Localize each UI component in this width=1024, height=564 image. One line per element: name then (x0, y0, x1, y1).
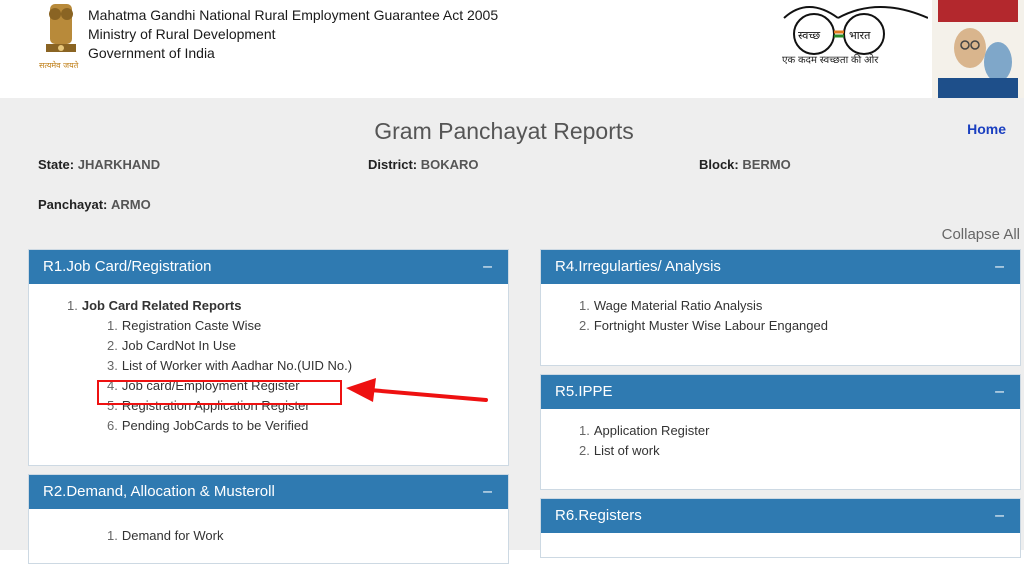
block-label: Block: (699, 157, 739, 172)
list-number: 2. (579, 318, 590, 333)
state-label: State: (38, 157, 75, 172)
list-number: 1. (579, 298, 590, 313)
org-line-ministry: Ministry of Rural Development (88, 26, 276, 42)
list-number: 1. (579, 423, 590, 438)
organization-title: Mahatma Gandhi National Rural Employment… (88, 6, 498, 63)
panel-r4-irregularities-analysis: R4.Irregularties/ Analysis – 1. Wage Mate… (540, 249, 1021, 366)
block-info: Block: BERMO (699, 157, 791, 172)
panel-r1-collapse-icon[interactable]: – (483, 250, 492, 284)
panel-r2-title: R2.Demand, Allocation & Musteroll (43, 483, 275, 500)
panel-r1-header[interactable]: R1.Job Card/Registration – (29, 250, 508, 284)
list-number: 1. (67, 298, 78, 313)
list-number: 1. (107, 318, 118, 333)
panel-r6-header[interactable]: R6.Registers – (541, 499, 1020, 533)
district-label: District: (368, 157, 418, 172)
state-value: JHARKHAND (77, 157, 161, 172)
report-link-label: Demand for Work (121, 528, 224, 543)
panel-r4-header[interactable]: R4.Irregularties/ Analysis – (541, 250, 1020, 284)
district-info: District: BOKARO (368, 157, 479, 172)
list-number: 1. (107, 528, 118, 543)
panel-r1-job-card-registration: R1.Job Card/Registration – 1. Job Card Re… (28, 249, 509, 466)
report-link-label: Application Register (593, 423, 710, 438)
panel-r5-title: R5.IPPE (555, 383, 613, 400)
report-link-registration-caste-wise[interactable]: 1. Registration Caste Wise (29, 316, 508, 336)
panchayat-label: Panchayat: (38, 197, 108, 212)
report-link-list-of-work[interactable]: 2. List of work (541, 441, 1020, 461)
block-value: BERMO (742, 157, 791, 172)
site-header: सत्यमेव जयते Mahatma Gandhi National Rur… (0, 0, 1024, 98)
panel-r1-title: R1.Job Card/Registration (43, 258, 212, 275)
report-link-worker-aadhar-list[interactable]: 3. List of Worker with Aadhar No.(UID No.… (29, 356, 508, 376)
panel-r2-collapse-icon[interactable]: – (483, 475, 492, 509)
list-item-job-card-related-reports: 1. Job Card Related Reports (29, 296, 508, 316)
panchayat-info: Panchayat: ARMO (38, 197, 151, 212)
panel-r5-ippe: R5.IPPE – 1. Application Register 2. List … (540, 374, 1021, 490)
panel-r6-collapse-icon[interactable]: – (995, 499, 1004, 533)
report-link-label: Job CardNot In Use (121, 338, 237, 353)
report-link-label: Fortnight Muster Wise Labour Enganged (593, 318, 828, 333)
swachh-caption: एक कदम स्वच्छता की ओर (782, 55, 879, 66)
panel-r2-header[interactable]: R2.Demand, Allocation & Musteroll – (29, 475, 508, 509)
panel-r6-title: R6.Registers (555, 507, 642, 524)
red-arrow-annotation (346, 378, 488, 402)
report-link-demand-for-work[interactable]: 1. Demand for Work (29, 526, 508, 546)
panel-r2-body: 1. Demand for Work (29, 509, 508, 546)
report-link-label: List of Worker with Aadhar No.(UID No.) (121, 358, 353, 373)
report-link-label: Registration Caste Wise (121, 318, 262, 333)
report-link-fortnight-muster-labour[interactable]: 2. Fortnight Muster Wise Labour Enganged (541, 316, 1020, 336)
panel-r5-header[interactable]: R5.IPPE – (541, 375, 1020, 409)
highlight-box-annotation (97, 380, 342, 405)
swachh-word-2: भारत (849, 29, 871, 42)
org-line-act: Mahatma Gandhi National Rural Employment… (88, 7, 499, 23)
collapse-all-link[interactable]: Collapse All (942, 226, 1020, 243)
report-link-application-register[interactable]: 1. Application Register (541, 421, 1020, 441)
state-info: State: JHARKHAND (38, 157, 160, 172)
national-emblem-logo: सत्यमेव जयते (36, 0, 88, 72)
panel-r4-collapse-icon[interactable]: – (995, 250, 1004, 284)
district-value: BOKARO (420, 157, 479, 172)
panel-r4-title: R4.Irregularties/ Analysis (555, 258, 721, 275)
mahatma-gandhi-poster-image (932, 0, 1024, 98)
group-title: Job Card Related Reports (81, 298, 242, 313)
panel-r6-registers: R6.Registers – (540, 498, 1021, 558)
list-number: 3. (107, 358, 118, 373)
emblem-motto: सत्यमेव जयते (39, 60, 79, 70)
list-number: 2. (107, 338, 118, 353)
panel-r4-body: 1. Wage Material Ratio Analysis 2. Fortnig… (541, 284, 1020, 336)
panel-r5-body: 1. Application Register 2. List of work (541, 409, 1020, 461)
list-number: 6. (107, 418, 118, 433)
report-link-pending-jobcards[interactable]: 6. Pending JobCards to be Verified (29, 416, 508, 436)
report-link-job-card-not-in-use[interactable]: 2. Job CardNot In Use (29, 336, 508, 356)
list-number: 2. (579, 443, 590, 458)
swachh-word-1: स्वच्छ (798, 29, 820, 42)
panel-r5-collapse-icon[interactable]: – (995, 375, 1004, 409)
report-link-wage-material-ratio[interactable]: 1. Wage Material Ratio Analysis (541, 296, 1020, 316)
report-link-label: Pending JobCards to be Verified (121, 418, 309, 433)
home-link[interactable]: Home (967, 121, 1006, 137)
panel-r2-demand-allocation-musteroll: R2.Demand, Allocation & Musteroll – 1. De… (28, 474, 509, 564)
org-line-government: Government of India (88, 45, 215, 61)
panchayat-value: ARMO (111, 197, 151, 212)
report-link-label: Wage Material Ratio Analysis (593, 298, 763, 313)
page-title: Gram Panchayat Reports (374, 118, 634, 144)
report-link-label: List of work (593, 443, 660, 458)
